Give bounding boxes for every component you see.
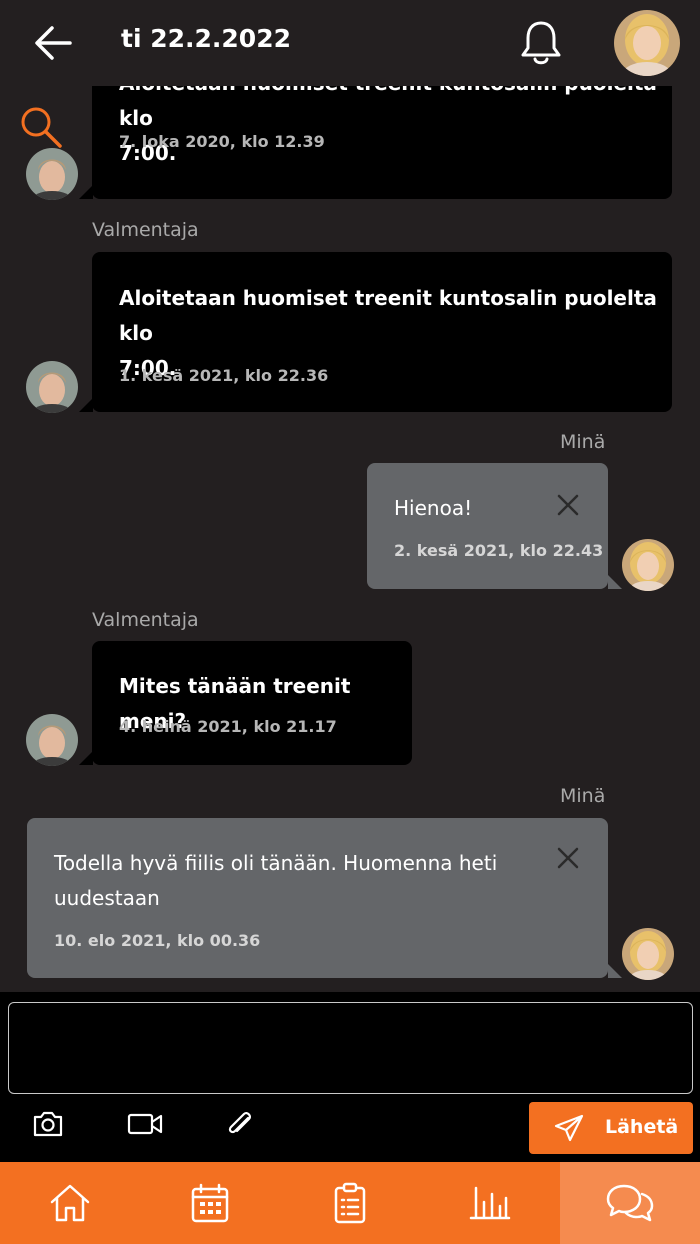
message-composer: Lähetä (0, 992, 700, 1162)
close-icon (557, 847, 579, 869)
delete-message-button[interactable] (556, 846, 580, 870)
message-bubble: Todella hyvä fiilis oli tänään. Huomenna… (27, 818, 608, 978)
message-bubble: Aloitetaan huomiset treenit kuntosalin p… (92, 86, 672, 199)
message-timestamp: 4. heinä 2021, klo 21.17 (119, 717, 337, 736)
back-button[interactable] (30, 20, 80, 66)
my-avatar (622, 539, 674, 591)
message-line: Aloitetaan huomiset treenit kuntosalin p… (119, 86, 657, 130)
delete-message-button[interactable] (556, 493, 580, 517)
sender-name: Minä (560, 785, 606, 807)
message-timestamp: 2. kesä 2021, klo 22.43 (394, 541, 604, 560)
user-avatar-female-icon (622, 539, 674, 591)
message-timestamp: 7. loka 2020, klo 12.39 (119, 132, 325, 151)
message-line: Hienoa! (394, 496, 473, 520)
nav-home[interactable] (0, 1162, 140, 1244)
nav-tasks[interactable] (280, 1162, 420, 1244)
home-icon (50, 1184, 90, 1222)
coach-avatar (26, 361, 78, 413)
nav-chat[interactable] (560, 1162, 700, 1244)
bubble-tail (79, 398, 93, 412)
message-text: Aloitetaan huomiset treenit kuntosalin p… (119, 86, 672, 171)
nav-calendar[interactable] (140, 1162, 280, 1244)
bell-icon (521, 21, 561, 65)
camera-icon (33, 1111, 63, 1137)
sender-name: Minä (560, 431, 606, 453)
message-input[interactable] (8, 1002, 693, 1094)
camera-button[interactable] (30, 1108, 70, 1140)
user-avatar-male-icon (26, 714, 78, 766)
video-icon (127, 1113, 163, 1135)
message-bubble: Mites tänään treenit meni? 4. heinä 2021… (92, 641, 412, 765)
notifications-button[interactable] (518, 18, 564, 68)
profile-avatar[interactable] (614, 10, 680, 76)
chat-icon (606, 1184, 654, 1222)
bubble-tail (79, 185, 93, 199)
calendar-icon (191, 1183, 229, 1223)
message-text: Todella hyvä fiilis oli tänään. Huomenna… (54, 846, 497, 916)
message-timestamp: 1. kesä 2021, klo 22.36 (119, 366, 329, 385)
send-label: Lähetä (605, 1116, 679, 1138)
user-avatar-female-icon (622, 928, 674, 980)
user-avatar-female-icon (614, 10, 680, 76)
app-header: ti 22.2.2022 (0, 0, 700, 86)
message-line: Todella hyvä fiilis oli tänään. Huomenna… (54, 851, 498, 875)
my-avatar (622, 928, 674, 980)
message-list[interactable]: Aloitetaan huomiset treenit kuntosalin p… (0, 86, 700, 992)
user-avatar-male-icon (26, 361, 78, 413)
message-text: Hienoa! (394, 491, 472, 526)
nav-stats[interactable] (420, 1162, 560, 1244)
message-line: uudestaan (54, 886, 160, 910)
paperclip-icon (228, 1112, 251, 1134)
bottom-navigation (0, 1162, 700, 1244)
message-line: Aloitetaan huomiset treenit kuntosalin p… (119, 286, 657, 345)
coach-avatar (26, 148, 78, 200)
close-icon (557, 494, 579, 516)
clipboard-icon (334, 1182, 366, 1224)
coach-avatar (26, 714, 78, 766)
message-bubble: Hienoa! 2. kesä 2021, klo 22.43 (367, 463, 608, 589)
bar-chart-icon (469, 1186, 511, 1220)
bubble-tail (608, 575, 622, 589)
send-button[interactable]: Lähetä (529, 1102, 693, 1154)
user-avatar-male-icon (26, 148, 78, 200)
sender-name: Valmentaja (92, 609, 199, 631)
attach-button[interactable] (222, 1108, 262, 1140)
search-button[interactable] (18, 104, 64, 150)
search-icon (21, 107, 62, 148)
send-icon (554, 1114, 584, 1142)
arrow-left-icon (35, 26, 72, 60)
message-bubble: Aloitetaan huomiset treenit kuntosalin p… (92, 252, 672, 412)
page-title: ti 22.2.2022 (121, 24, 291, 53)
sender-name: Valmentaja (92, 219, 199, 241)
message-timestamp: 10. elo 2021, klo 00.36 (54, 931, 261, 950)
video-button[interactable] (126, 1108, 166, 1140)
bubble-tail (608, 964, 622, 978)
bubble-tail (79, 751, 93, 765)
